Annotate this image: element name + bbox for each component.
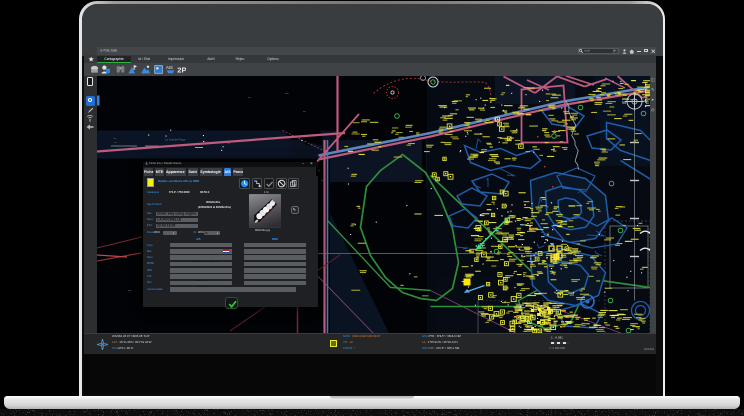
svg-text:AIS: AIS (166, 65, 173, 70)
svg-text:La Grande Plage: La Grande Plage (165, 137, 186, 141)
svg-text:2P: 2P (177, 65, 186, 73)
